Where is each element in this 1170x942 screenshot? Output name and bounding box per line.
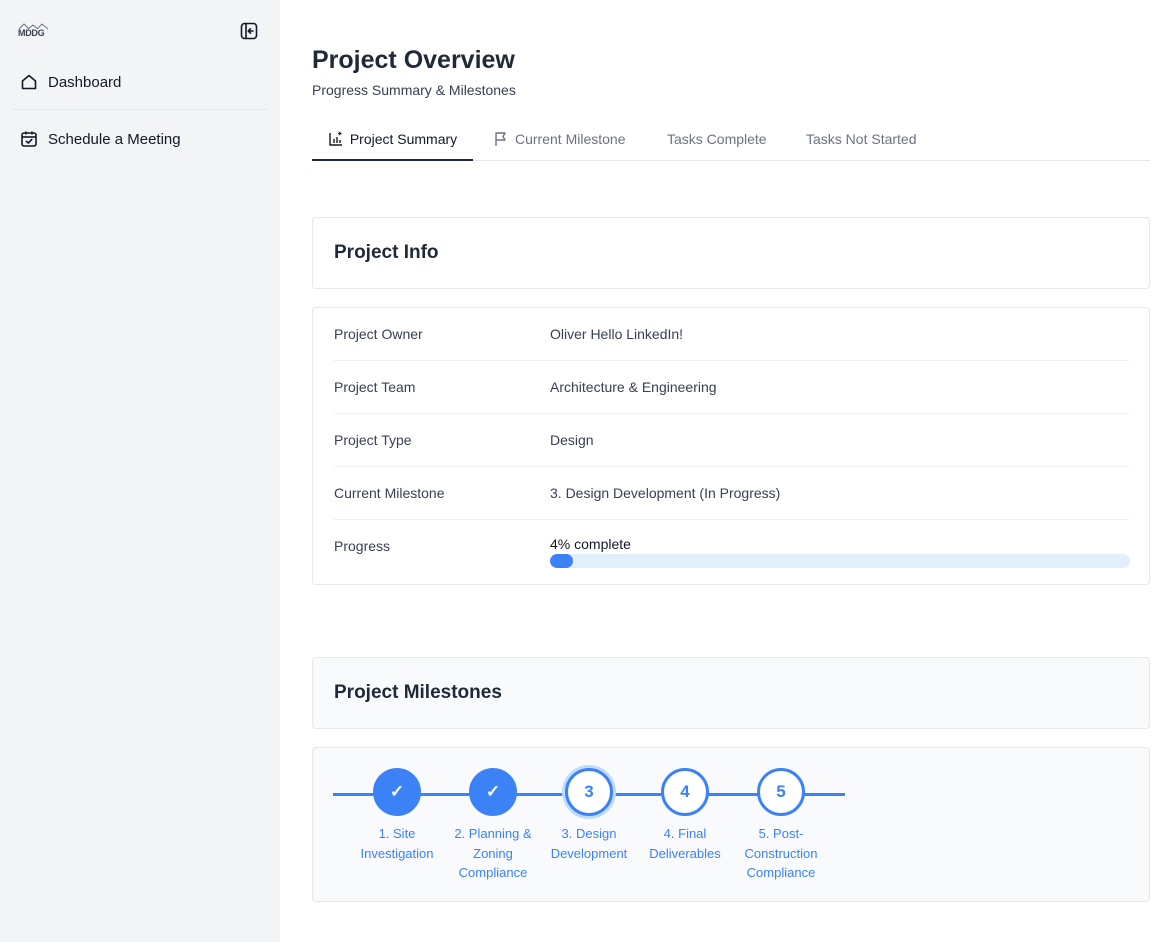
milestone-label: 3. Design Development	[550, 826, 628, 861]
milestone-step-1[interactable]: ✓	[373, 768, 421, 816]
info-row-current-milestone: Current Milestone 3. Design Development …	[334, 467, 1129, 520]
milestones-header-card: Project Milestones	[312, 657, 1150, 729]
info-row-owner: Project Owner Oliver Hello LinkedIn!	[334, 308, 1129, 361]
progress-bar	[550, 554, 1130, 568]
sidebar-item-label: Dashboard	[48, 73, 122, 91]
progress-bar-fill	[550, 554, 574, 568]
flag-icon	[495, 132, 506, 146]
sidebar-item-dashboard[interactable]: Dashboard	[20, 73, 121, 91]
page-title: Project Overview	[312, 46, 515, 74]
milestone-marker: 5	[776, 782, 786, 801]
home-icon	[21, 74, 37, 90]
tab-tasks-complete[interactable]: Tasks Complete	[667, 118, 767, 160]
info-label: Progress	[334, 538, 391, 554]
milestone-label: 4. Final Deliverables	[649, 826, 721, 861]
tab-current-milestone[interactable]: Current Milestone	[493, 118, 626, 160]
tab-label: Tasks Not Started	[806, 131, 917, 147]
info-label: Current Milestone	[334, 485, 445, 501]
info-row-progress: Progress 4% complete	[334, 520, 1130, 573]
milestone-marker: ✓	[485, 782, 501, 801]
sidebar-divider	[12, 109, 268, 110]
milestone-label: 5. Post-Construction Compliance	[744, 826, 818, 880]
info-label: Project Owner	[334, 326, 423, 342]
info-value: Architecture & Engineering	[550, 379, 717, 395]
milestone-marker: 4	[680, 782, 690, 801]
progress-text: 4% complete	[550, 536, 631, 552]
collapse-sidebar-button[interactable]	[240, 22, 258, 40]
tab-label: Project Summary	[349, 130, 458, 147]
info-value: Design	[550, 432, 594, 448]
milestone-marker: 3	[584, 782, 594, 801]
info-value: 3. Design Development (In Progress)	[550, 485, 781, 501]
info-row-team: Project Team Architecture & Engineering	[334, 361, 1129, 414]
tab-label: Tasks Complete	[667, 131, 767, 147]
milestones-title: Project Milestones	[334, 682, 502, 703]
collapse-sidebar-icon	[240, 22, 258, 40]
milestones-card: ✓ 1. Site Investigation ✓ 2. Planning & …	[312, 747, 1150, 902]
tab-tasks-not-started[interactable]: Tasks Not Started	[806, 118, 917, 160]
calendar-check-icon	[21, 131, 37, 147]
tab-bar: Project Summary Current Milestone Tasks …	[312, 118, 1150, 161]
milestone-step-3[interactable]: 3	[565, 768, 613, 816]
tab-label: Current Milestone	[515, 131, 626, 147]
sidebar: MDDG Dashboard Schedule a Meeting	[0, 0, 280, 942]
chart-icon	[329, 131, 342, 146]
milestone-label: 2. Planning & Zoning Compliance	[454, 826, 532, 880]
milestone-label: 1. Site Investigation	[360, 826, 434, 861]
milestone-step-4[interactable]: 4	[661, 768, 709, 816]
logo[interactable]: MDDG	[18, 22, 50, 38]
info-label: Project Team	[334, 379, 416, 395]
milestone-step-2[interactable]: ✓	[469, 768, 517, 816]
page-subtitle: Progress Summary & Milestones	[312, 82, 516, 98]
milestone-step-5[interactable]: 5	[757, 768, 805, 816]
logo-text: MDDG	[18, 28, 45, 38]
info-value: Oliver Hello LinkedIn!	[550, 326, 684, 342]
tab-project-summary[interactable]: Project Summary	[312, 118, 473, 161]
milestone-marker: ✓	[389, 782, 405, 801]
project-info-card: Project Owner Oliver Hello LinkedIn! Pro…	[312, 307, 1150, 585]
project-info-title: Project Info	[334, 242, 439, 263]
sidebar-item-label: Schedule a Meeting	[48, 130, 181, 148]
sidebar-item-schedule-meeting[interactable]: Schedule a Meeting	[20, 130, 181, 148]
info-row-type: Project Type Design	[334, 414, 1129, 467]
info-label: Project Type	[334, 432, 412, 448]
project-info-header-card: Project Info	[312, 217, 1150, 289]
